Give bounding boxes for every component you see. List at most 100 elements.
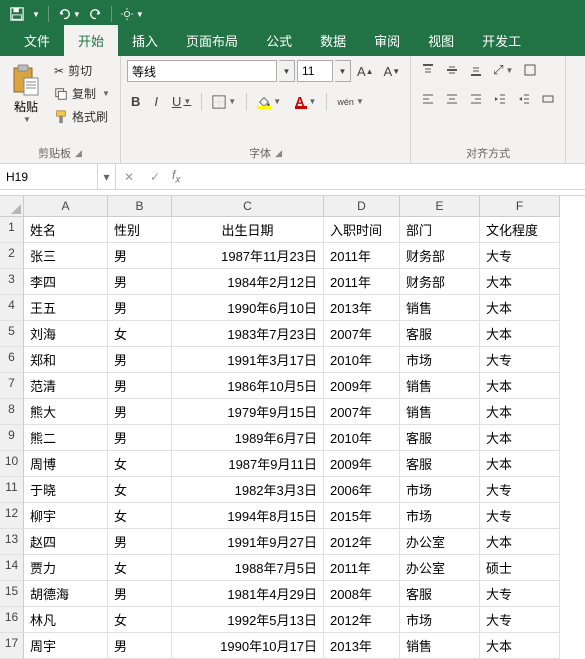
cell[interactable]: 男 — [108, 399, 172, 425]
cell[interactable]: 1991年9月27日 — [172, 529, 324, 555]
cell[interactable]: 1982年3月3日 — [172, 477, 324, 503]
underline-button[interactable]: U▼ — [168, 92, 195, 111]
font-size-dropdown[interactable]: ▼ — [335, 60, 351, 82]
tab-review[interactable]: 审阅 — [360, 25, 414, 56]
cell[interactable]: 部门 — [400, 217, 480, 243]
cell[interactable]: 市场 — [400, 503, 480, 529]
cell[interactable]: 胡德海 — [24, 581, 108, 607]
row-header[interactable]: 12 — [0, 503, 24, 529]
row-header[interactable]: 10 — [0, 451, 24, 477]
cell[interactable]: 2006年 — [324, 477, 400, 503]
formula-input[interactable] — [184, 164, 585, 189]
phonetic-button[interactable]: wén▼ — [333, 95, 367, 109]
row-header[interactable]: 5 — [0, 321, 24, 347]
name-box-dropdown[interactable]: ▾ — [98, 164, 116, 189]
row-header[interactable]: 16 — [0, 607, 24, 633]
cell[interactable]: 大本 — [480, 425, 560, 451]
column-header[interactable]: F — [480, 196, 560, 217]
name-box[interactable] — [0, 164, 98, 189]
cell[interactable]: 1994年8月15日 — [172, 503, 324, 529]
cell[interactable]: 2011年 — [324, 555, 400, 581]
cell[interactable]: 硕士 — [480, 555, 560, 581]
cell[interactable]: 男 — [108, 269, 172, 295]
row-header[interactable]: 17 — [0, 633, 24, 659]
italic-button[interactable]: I — [150, 92, 162, 111]
cell[interactable]: 周宇 — [24, 633, 108, 659]
font-launcher[interactable]: ◢ — [275, 148, 282, 159]
cell[interactable]: 财务部 — [400, 243, 480, 269]
cell[interactable]: 2008年 — [324, 581, 400, 607]
column-header[interactable]: E — [400, 196, 480, 217]
cell[interactable]: 2009年 — [324, 451, 400, 477]
tab-file[interactable]: 文件 — [10, 25, 64, 56]
cell[interactable]: 2015年 — [324, 503, 400, 529]
cell[interactable]: 大本 — [480, 269, 560, 295]
cell[interactable]: 男 — [108, 425, 172, 451]
cell[interactable]: 2013年 — [324, 295, 400, 321]
cell[interactable]: 客服 — [400, 425, 480, 451]
row-header[interactable]: 8 — [0, 399, 24, 425]
cancel-formula-button[interactable]: ✕ — [116, 170, 142, 184]
cell[interactable]: 大专 — [480, 503, 560, 529]
cell[interactable]: 2011年 — [324, 243, 400, 269]
cell[interactable]: 大本 — [480, 399, 560, 425]
cell[interactable]: 张三 — [24, 243, 108, 269]
cell[interactable]: 范清 — [24, 373, 108, 399]
font-size-combo[interactable] — [297, 60, 333, 82]
row-header[interactable]: 3 — [0, 269, 24, 295]
row-header[interactable]: 1 — [0, 217, 24, 243]
cell[interactable]: 周博 — [24, 451, 108, 477]
row-header[interactable]: 11 — [0, 477, 24, 503]
merge-button[interactable] — [537, 90, 559, 108]
tab-pagelayout[interactable]: 页面布局 — [172, 25, 252, 56]
align-center-button[interactable] — [441, 90, 463, 108]
cell[interactable]: 男 — [108, 347, 172, 373]
row-header[interactable]: 13 — [0, 529, 24, 555]
row-header[interactable]: 2 — [0, 243, 24, 269]
cell[interactable]: 入职时间 — [324, 217, 400, 243]
cell[interactable]: 大专 — [480, 581, 560, 607]
align-middle-button[interactable] — [441, 60, 463, 80]
font-name-combo[interactable] — [127, 60, 277, 82]
save-button[interactable] — [10, 7, 24, 21]
select-all-corner[interactable] — [0, 196, 24, 217]
cell[interactable]: 销售 — [400, 633, 480, 659]
align-bottom-button[interactable] — [465, 60, 487, 80]
cell[interactable]: 大本 — [480, 373, 560, 399]
cell[interactable]: 市场 — [400, 607, 480, 633]
cell[interactable]: 1989年6月7日 — [172, 425, 324, 451]
cell[interactable]: 1991年3月17日 — [172, 347, 324, 373]
cell[interactable]: 2009年 — [324, 373, 400, 399]
align-left-button[interactable] — [417, 90, 439, 108]
row-header[interactable]: 6 — [0, 347, 24, 373]
tab-formulas[interactable]: 公式 — [252, 25, 306, 56]
cell[interactable]: 熊二 — [24, 425, 108, 451]
tab-view[interactable]: 视图 — [414, 25, 468, 56]
orientation-button[interactable]: ⤢▼ — [489, 60, 517, 80]
cell[interactable]: 销售 — [400, 373, 480, 399]
cell[interactable]: 男 — [108, 581, 172, 607]
row-header[interactable]: 14 — [0, 555, 24, 581]
paste-button[interactable]: 粘贴 ▼ — [6, 60, 46, 126]
cell[interactable]: 1987年9月11日 — [172, 451, 324, 477]
cell[interactable]: 男 — [108, 529, 172, 555]
cell[interactable]: 郑和 — [24, 347, 108, 373]
cell[interactable]: 男 — [108, 633, 172, 659]
cell[interactable]: 赵四 — [24, 529, 108, 555]
cell[interactable]: 男 — [108, 243, 172, 269]
cell[interactable]: 女 — [108, 555, 172, 581]
copy-button[interactable]: 复制▼ — [50, 83, 114, 104]
cell[interactable]: 女 — [108, 503, 172, 529]
cell[interactable]: 财务部 — [400, 269, 480, 295]
cell[interactable]: 1981年4月29日 — [172, 581, 324, 607]
cell[interactable]: 林凡 — [24, 607, 108, 633]
cell[interactable]: 市场 — [400, 477, 480, 503]
cell[interactable]: 贾力 — [24, 555, 108, 581]
column-header[interactable]: C — [172, 196, 324, 217]
wrap-text-button[interactable] — [519, 60, 541, 80]
cell[interactable]: 2010年 — [324, 425, 400, 451]
cell[interactable]: 2007年 — [324, 399, 400, 425]
align-top-button[interactable] — [417, 60, 439, 80]
cell[interactable]: 大专 — [480, 477, 560, 503]
cell[interactable]: 柳宇 — [24, 503, 108, 529]
